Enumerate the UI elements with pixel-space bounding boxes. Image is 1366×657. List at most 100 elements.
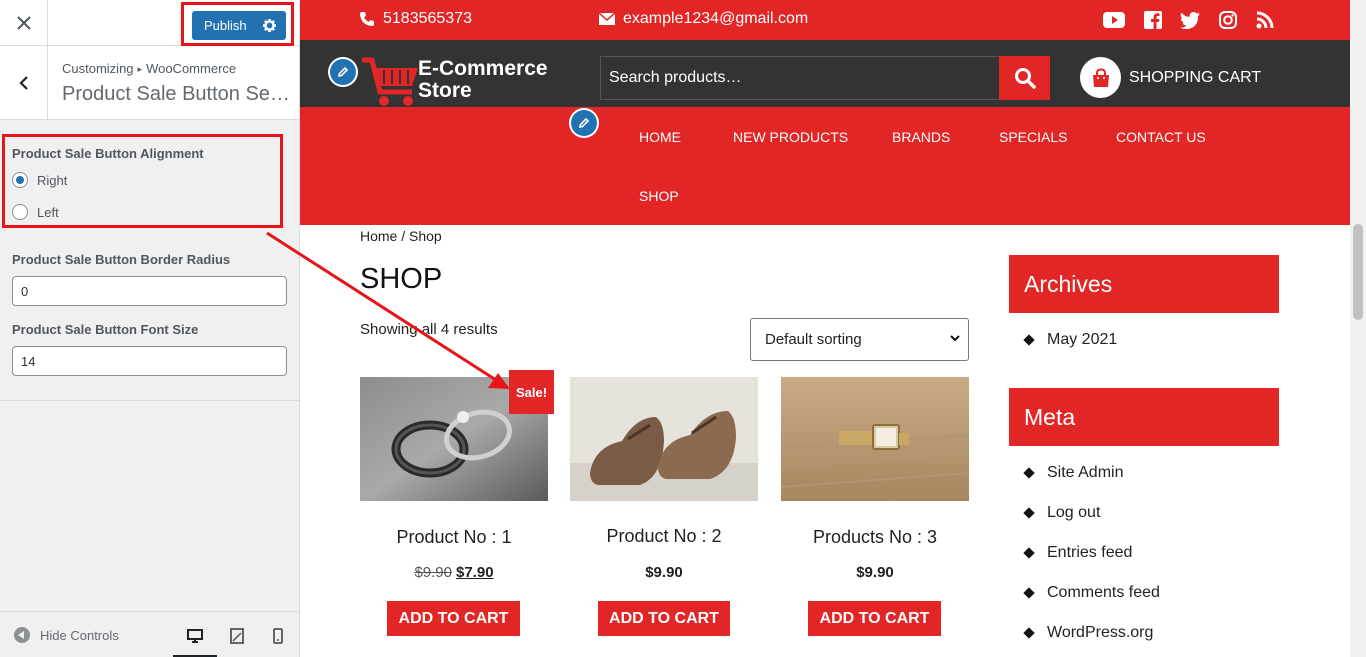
page-title: SHOP bbox=[360, 263, 443, 295]
archive-label: May 2021 bbox=[1047, 331, 1118, 348]
desktop-preview-button[interactable] bbox=[173, 626, 217, 657]
customizer-sidebar: Publish Customizing ▸ WooCommerce Product … bbox=[0, 0, 300, 657]
instagram-link[interactable] bbox=[1217, 9, 1239, 31]
alignment-option-left[interactable]: Left bbox=[12, 204, 59, 220]
gear-icon[interactable] bbox=[263, 19, 276, 32]
chevron-left-icon bbox=[18, 75, 28, 90]
watch-image bbox=[781, 377, 969, 501]
tablet-preview-button[interactable] bbox=[227, 626, 247, 646]
meta-label: Log out bbox=[1047, 504, 1101, 521]
meta-label: Comments feed bbox=[1047, 584, 1160, 601]
desktop-icon bbox=[187, 629, 203, 643]
font-size-input[interactable] bbox=[12, 346, 287, 376]
meta-link-log-out[interactable]: Log out bbox=[1023, 504, 1101, 522]
bullet-icon bbox=[1023, 334, 1035, 346]
product-card[interactable]: Product No : 2 $9.90 ADD TO CART bbox=[570, 377, 758, 636]
pencil-icon bbox=[578, 117, 590, 129]
shopping-bag-icon bbox=[1092, 67, 1109, 87]
customizer-footer: Hide Controls bbox=[0, 611, 299, 657]
sale-badge: Sale! bbox=[509, 370, 554, 414]
result-count: Showing all 4 results bbox=[360, 321, 498, 338]
meta-label: WordPress.org bbox=[1047, 624, 1154, 641]
close-customizer-button[interactable] bbox=[0, 0, 48, 46]
tablet-icon bbox=[230, 628, 244, 644]
edit-menu-shortcut[interactable] bbox=[569, 108, 599, 138]
meta-widget-title: Meta bbox=[1009, 388, 1279, 446]
meta-label: Entries feed bbox=[1047, 544, 1133, 561]
meta-link-site-admin[interactable]: Site Admin bbox=[1023, 464, 1123, 482]
facebook-link[interactable] bbox=[1142, 9, 1164, 31]
youtube-icon bbox=[1103, 12, 1125, 28]
youtube-link[interactable] bbox=[1103, 9, 1125, 31]
instagram-icon bbox=[1219, 11, 1237, 29]
add-to-cart-button[interactable]: ADD TO CART bbox=[598, 601, 730, 636]
breadcrumb-section: WooCommerce bbox=[146, 61, 237, 76]
nav-specials[interactable]: SPECIALS bbox=[999, 129, 1067, 145]
scrollbar-thumb[interactable] bbox=[1353, 224, 1363, 320]
phone-number: 5183565373 bbox=[383, 10, 472, 27]
alignment-control-highlight: Product Sale Button Alignment Right Left bbox=[2, 134, 283, 228]
mobile-preview-button[interactable] bbox=[268, 626, 288, 646]
product-search-input[interactable]: Search products… bbox=[600, 56, 1000, 100]
site-preview: 5183565373 example1234@gmail.com E-Comme… bbox=[300, 0, 1366, 657]
meta-link-wordpress-org[interactable]: WordPress.org bbox=[1023, 624, 1154, 642]
product-card[interactable]: Products No : 3 $9.90 ADD TO CART bbox=[781, 377, 969, 636]
chevron-down-icon bbox=[950, 335, 960, 342]
old-price: $9.90 bbox=[414, 564, 452, 581]
twitter-link[interactable] bbox=[1179, 9, 1201, 31]
section-title: Product Sale Button Settings bbox=[62, 83, 290, 105]
cart-logo-icon[interactable] bbox=[360, 56, 420, 110]
customizer-breadcrumb: Customizing ▸ WooCommerce bbox=[62, 61, 236, 76]
nav-contact-us[interactable]: CONTACT US bbox=[1116, 129, 1206, 145]
add-to-cart-button[interactable]: ADD TO CART bbox=[808, 601, 941, 636]
shoes-image bbox=[570, 377, 758, 501]
search-button[interactable] bbox=[999, 56, 1050, 100]
phone-icon bbox=[360, 12, 374, 26]
customizer-header: Publish bbox=[0, 0, 299, 46]
edit-logo-shortcut[interactable] bbox=[328, 57, 358, 87]
nav-brands[interactable]: BRANDS bbox=[892, 129, 950, 145]
main-navigation: HOME NEW PRODUCTS BRANDS SPECIALS CONTAC… bbox=[300, 107, 1350, 225]
product-name[interactable]: Product No : 2 bbox=[570, 526, 758, 547]
publish-highlight: Publish bbox=[181, 2, 294, 46]
radio-unchecked-icon[interactable] bbox=[12, 204, 28, 220]
product-name[interactable]: Product No : 1 bbox=[360, 527, 548, 548]
font-size-label: Product Sale Button Font Size bbox=[12, 322, 199, 337]
rss-icon bbox=[1256, 11, 1274, 29]
shopping-cart-link[interactable]: SHOPPING CART bbox=[1080, 57, 1261, 98]
email-info: example1234@gmail.com bbox=[599, 10, 808, 28]
customizer-window: Publish Customizing ▸ WooCommerce Product … bbox=[0, 0, 1366, 657]
archive-link[interactable]: May 2021 bbox=[1023, 331, 1118, 349]
alignment-option-right[interactable]: Right bbox=[12, 172, 67, 188]
border-radius-input[interactable] bbox=[12, 276, 287, 306]
preview-scrollbar[interactable] bbox=[1350, 0, 1366, 657]
hide-controls-button[interactable]: Hide Controls bbox=[14, 627, 119, 643]
logo-line-2: Store bbox=[418, 79, 472, 102]
rss-link[interactable] bbox=[1254, 9, 1276, 31]
product-image-watch[interactable] bbox=[781, 377, 969, 501]
product-name[interactable]: Products No : 3 bbox=[781, 527, 969, 548]
divider bbox=[0, 400, 299, 401]
meta-link-entries-feed[interactable]: Entries feed bbox=[1023, 544, 1133, 562]
product-price: $9.90 bbox=[645, 564, 683, 581]
mobile-icon bbox=[273, 628, 283, 644]
meta-link-comments-feed[interactable]: Comments feed bbox=[1023, 584, 1160, 602]
bullet-icon bbox=[1023, 507, 1035, 519]
nav-shop[interactable]: SHOP bbox=[639, 188, 679, 204]
site-logo-text[interactable]: E-Commerce Store bbox=[418, 58, 548, 102]
border-radius-label: Product Sale Button Border Radius bbox=[12, 252, 231, 267]
back-button[interactable] bbox=[0, 46, 48, 119]
publish-button[interactable]: Publish bbox=[192, 11, 286, 40]
nav-new-products[interactable]: NEW PRODUCTS bbox=[733, 129, 848, 145]
breadcrumb-arrow-icon: ▸ bbox=[137, 64, 143, 74]
add-to-cart-button[interactable]: ADD TO CART bbox=[387, 601, 520, 636]
product-price: $9.90 $7.90 bbox=[360, 564, 548, 581]
pencil-icon bbox=[337, 66, 349, 78]
sorting-select[interactable]: Default sorting bbox=[750, 318, 969, 361]
envelope-icon bbox=[599, 13, 615, 25]
radio-checked-icon[interactable] bbox=[12, 172, 28, 188]
shop-breadcrumb[interactable]: Home / Shop bbox=[360, 228, 442, 244]
nav-home[interactable]: HOME bbox=[639, 129, 681, 145]
product-image-shoes[interactable] bbox=[570, 377, 758, 501]
section-header: Customizing ▸ WooCommerce Product Sale But… bbox=[0, 46, 299, 120]
